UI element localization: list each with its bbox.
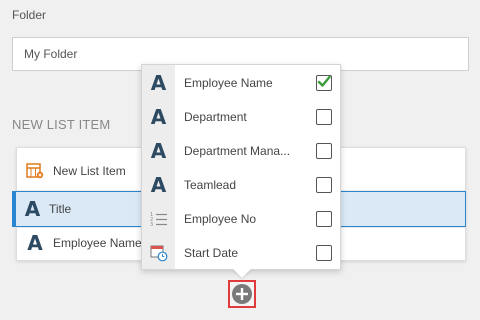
field-option-employee-name[interactable]: A Employee Name	[142, 66, 340, 100]
popup-pointer	[233, 269, 251, 278]
list-item-icon	[17, 163, 53, 179]
text-field-icon: A	[24, 197, 41, 221]
text-field-icon: A	[150, 105, 167, 129]
field-option-label: Department Mana...	[184, 144, 291, 158]
field-checkbox[interactable]	[316, 143, 332, 159]
field-option-teamlead[interactable]: A Teamlead	[142, 168, 340, 202]
field-checkbox[interactable]	[316, 109, 332, 125]
list-row-label: New List Item	[53, 164, 126, 178]
text-field-icon: A	[27, 231, 43, 255]
field-option-label: Employee Name	[184, 76, 273, 90]
list-row-label: Title	[49, 202, 72, 216]
field-option-start-date[interactable]: Start Date	[142, 236, 340, 270]
folder-label: Folder	[12, 8, 47, 22]
field-checkbox[interactable]	[316, 177, 332, 193]
field-option-department[interactable]: A Department	[142, 100, 340, 134]
field-option-label: Start Date	[184, 246, 239, 260]
calendar-clock-icon	[142, 244, 175, 262]
field-checkbox[interactable]	[316, 211, 332, 227]
field-option-employee-no[interactable]: 1 2 3 Employee No	[142, 202, 340, 236]
list-row-label: Employee Name	[53, 236, 142, 250]
checkmark-icon	[317, 75, 331, 87]
number-list-icon: 1 2 3	[142, 211, 175, 227]
svg-text:3: 3	[150, 222, 153, 227]
section-heading: NEW LIST ITEM	[12, 117, 111, 132]
field-checkbox[interactable]	[316, 75, 332, 91]
add-field-button[interactable]	[228, 280, 256, 308]
text-field-icon: A	[150, 139, 167, 163]
field-option-department-manager[interactable]: A Department Mana...	[142, 134, 340, 168]
field-option-label: Teamlead	[184, 178, 237, 192]
field-picker-popup: A Employee Name A Department A Departmen…	[141, 64, 341, 270]
field-option-label: Department	[184, 110, 247, 124]
text-field-icon: A	[150, 173, 167, 197]
plus-circle-icon	[232, 284, 252, 304]
field-option-label: Employee No	[184, 212, 257, 226]
field-checkbox[interactable]	[316, 245, 332, 261]
text-field-icon: A	[150, 71, 167, 95]
